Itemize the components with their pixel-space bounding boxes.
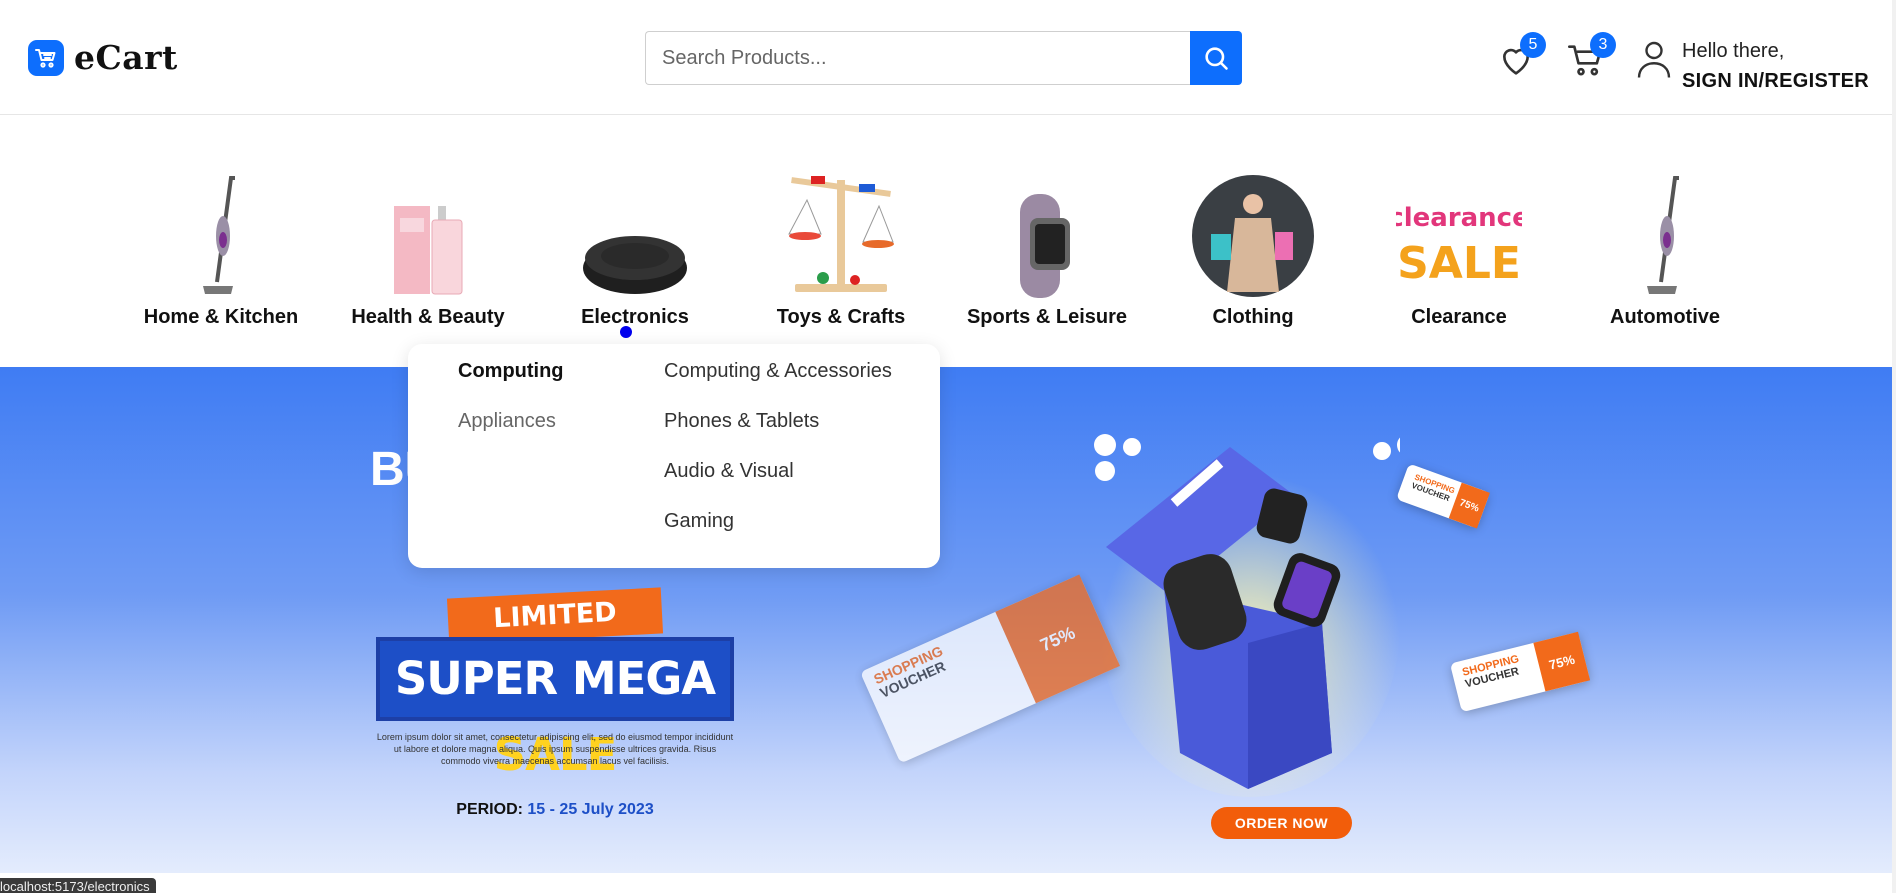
submenu-group-computing[interactable]: Computing bbox=[458, 360, 564, 383]
category-electronics[interactable]: Electronics bbox=[550, 170, 720, 329]
category-label: Automotive bbox=[1610, 306, 1720, 328]
vacuum-icon bbox=[1580, 170, 1750, 298]
greeting-text: Hello there, bbox=[1682, 40, 1785, 62]
category-automotive[interactable]: Automotive bbox=[1580, 170, 1750, 329]
category-label: Home & Kitchen bbox=[143, 306, 299, 328]
category-label: Health & Beauty bbox=[351, 306, 505, 328]
mega-text: SUPER MEGA bbox=[394, 652, 716, 705]
hero-banner[interactable]: BU LIMITED OFFERS SUPER MEGA SALE Lorem … bbox=[0, 367, 1896, 873]
search-icon bbox=[1205, 47, 1228, 70]
shopper-icon bbox=[1168, 170, 1338, 298]
search-bar bbox=[645, 31, 1242, 85]
wishlist-count-badge: 5 bbox=[1520, 32, 1546, 58]
category-clothing[interactable]: Clothing bbox=[1168, 170, 1338, 329]
brand-logo[interactable]: eCart bbox=[28, 38, 178, 77]
clearance-art-text: clearance bbox=[1396, 203, 1522, 233]
balance-toy-icon bbox=[756, 170, 926, 298]
cart-count-badge: 3 bbox=[1590, 32, 1616, 58]
cart-logo-icon bbox=[28, 39, 64, 76]
category-label: Clothing bbox=[1212, 306, 1294, 328]
period-label: PERIOD: bbox=[456, 801, 523, 818]
user-icon bbox=[1637, 41, 1671, 78]
period-dates: 15 - 25 July 2023 bbox=[527, 801, 654, 818]
category-label: Sports & Leisure bbox=[966, 306, 1128, 328]
order-now-button[interactable]: ORDER NOW bbox=[1211, 807, 1352, 839]
gift-box-illustration bbox=[1094, 434, 1400, 797]
signin-register-link[interactable]: SIGN IN/REGISTER bbox=[1682, 66, 1869, 96]
category-label: Electronics bbox=[581, 306, 689, 328]
active-category-indicator bbox=[620, 326, 632, 338]
shopping-voucher: SHOPPING VOUCHER 75% bbox=[1396, 463, 1490, 529]
submenu-item-computing-accessories[interactable]: Computing & Accessories bbox=[664, 360, 892, 383]
promo-description: Lorem ipsum dolor sit amet, consectetur … bbox=[376, 732, 734, 766]
category-health-beauty[interactable]: Health & Beauty bbox=[343, 170, 513, 329]
perfume-icon bbox=[343, 170, 513, 298]
wishlist-button[interactable]: 5 bbox=[1496, 32, 1546, 80]
shopping-voucher: SHOPPING VOUCHER 75% bbox=[1449, 631, 1591, 713]
search-input[interactable] bbox=[645, 31, 1190, 85]
speaker-icon bbox=[550, 170, 720, 298]
site-header: eCart 5 3 Hello there, SIGN IN/REGISTER bbox=[0, 0, 1896, 115]
clearance-sale-icon: clearance SALE bbox=[1374, 170, 1544, 298]
promo-period: PERIOD: 15 - 25 July 2023 bbox=[376, 801, 734, 819]
electronics-submenu: Computing Appliances Computing & Accesso… bbox=[408, 344, 940, 568]
category-label: Clearance bbox=[1411, 306, 1507, 328]
category-sports-leisure[interactable]: Sports & Leisure bbox=[962, 170, 1132, 329]
submenu-item-gaming[interactable]: Gaming bbox=[664, 510, 734, 533]
sale-art-text: SALE bbox=[1397, 238, 1521, 289]
submenu-item-audio-visual[interactable]: Audio & Visual bbox=[664, 460, 794, 483]
brand-name: eCart bbox=[74, 38, 178, 77]
browser-status-url: localhost:5173/electronics bbox=[0, 878, 156, 893]
category-clearance[interactable]: clearance SALE Clearance bbox=[1374, 170, 1544, 329]
submenu-item-phones-tablets[interactable]: Phones & Tablets bbox=[664, 410, 819, 433]
fitness-tracker-icon bbox=[962, 170, 1132, 298]
category-toys-crafts[interactable]: Toys & Crafts bbox=[756, 170, 926, 329]
vacuum-icon bbox=[136, 170, 306, 298]
cart-button[interactable]: 3 bbox=[1566, 32, 1616, 80]
super-mega-sale-banner: SUPER MEGA SALE bbox=[376, 637, 734, 781]
category-home-kitchen[interactable]: Home & Kitchen bbox=[136, 170, 306, 329]
account-link[interactable]: Hello there, SIGN IN/REGISTER bbox=[1636, 36, 1869, 96]
page-scrollbar[interactable] bbox=[1892, 0, 1896, 893]
submenu-group-appliances[interactable]: Appliances bbox=[458, 410, 556, 433]
category-label: Toys & Crafts bbox=[776, 306, 906, 328]
search-button[interactable] bbox=[1190, 31, 1242, 85]
limited-offers-tag: LIMITED OFFERS bbox=[446, 587, 664, 680]
